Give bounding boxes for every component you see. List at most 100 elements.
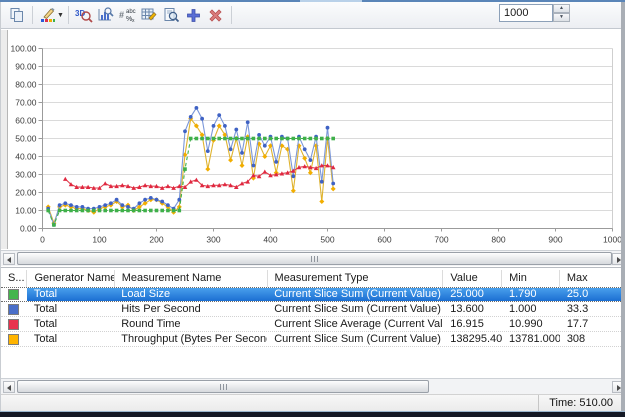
search-report-icon[interactable] bbox=[162, 5, 182, 25]
remove-icon[interactable] bbox=[206, 5, 226, 25]
x-tick-label: 200 bbox=[149, 235, 163, 245]
column-header[interactable]: Measurement Name bbox=[115, 270, 268, 287]
dropdown-arrow-icon[interactable]: ▼ bbox=[57, 12, 64, 19]
table-scroll-thumb[interactable] bbox=[17, 380, 429, 393]
circle-marker bbox=[200, 116, 205, 121]
table-row[interactable]: Total Hits Per Second Current Slice Sum (C… bbox=[1, 302, 625, 317]
triangle-marker bbox=[102, 181, 108, 186]
circle-marker bbox=[308, 158, 313, 163]
toolbar-separator bbox=[230, 6, 232, 24]
cell-measurement: Hits Per Second bbox=[121, 303, 201, 315]
svg-text:#: # bbox=[119, 10, 124, 20]
square-marker bbox=[320, 136, 324, 141]
scroll-left-icon[interactable] bbox=[3, 253, 15, 265]
table-row[interactable]: Total Round Time Current Slice Average (Cu… bbox=[1, 317, 625, 332]
circle-marker bbox=[319, 179, 324, 184]
chart-splitter[interactable] bbox=[1, 30, 8, 249]
circle-marker bbox=[262, 143, 267, 148]
edit-grid-icon[interactable] bbox=[140, 5, 160, 25]
chart-scroll-thumb[interactable] bbox=[17, 252, 612, 265]
zoom-3d-icon[interactable]: 3D bbox=[74, 5, 94, 25]
square-marker bbox=[274, 136, 278, 141]
square-marker bbox=[137, 208, 142, 213]
circle-marker bbox=[251, 163, 256, 168]
square-marker bbox=[52, 223, 56, 227]
spinner-up-icon[interactable]: ▲ bbox=[553, 4, 570, 13]
add-icon[interactable] bbox=[184, 5, 204, 25]
x-tick-label: 700 bbox=[434, 235, 448, 245]
circle-marker bbox=[57, 203, 62, 208]
square-marker bbox=[302, 136, 307, 141]
cell-max: 33.3 bbox=[566, 303, 589, 315]
series-color-swatch bbox=[8, 289, 20, 300]
window-bottom-edge bbox=[0, 411, 625, 417]
square-marker bbox=[46, 208, 50, 213]
square-marker bbox=[63, 208, 68, 213]
square-marker bbox=[251, 136, 256, 141]
svg-text:x: x bbox=[132, 18, 135, 23]
y-tick-label: 60.00 bbox=[15, 116, 37, 126]
square-marker bbox=[240, 136, 244, 141]
square-marker bbox=[194, 136, 199, 141]
square-marker bbox=[92, 208, 96, 213]
svg-text:3D: 3D bbox=[75, 9, 85, 18]
chart-hscrollbar[interactable] bbox=[1, 250, 624, 266]
measurement-table: S... Generator Name Measurement Name Measur… bbox=[0, 267, 625, 378]
y-tick-label: 90.00 bbox=[15, 62, 37, 72]
y-tick-label: 50.00 bbox=[15, 134, 37, 144]
column-header[interactable]: S... bbox=[1, 270, 28, 287]
circle-marker bbox=[183, 129, 187, 134]
table-row[interactable]: Total Throughput (Bytes Per Second) Curren… bbox=[1, 332, 625, 347]
square-marker bbox=[183, 167, 187, 171]
square-marker bbox=[268, 136, 273, 141]
cell-max: 308 bbox=[566, 333, 586, 345]
series-color-swatch bbox=[8, 318, 20, 330]
square-marker bbox=[285, 136, 290, 141]
y-tick-label: 70.00 bbox=[15, 98, 37, 108]
y-tick-label: 20.00 bbox=[15, 188, 37, 198]
number-format-icon[interactable]: # abc % x bbox=[118, 5, 138, 25]
column-header[interactable]: Min bbox=[502, 270, 560, 287]
cell-generator: Total bbox=[33, 333, 58, 345]
square-marker bbox=[149, 208, 153, 213]
chart-panel: 0.00 10.00 20.00 30.00 40.00 50.00 60.00 70.00 8… bbox=[0, 30, 625, 249]
square-marker bbox=[308, 136, 313, 141]
circle-marker bbox=[211, 124, 216, 128]
y-tick-label: 80.00 bbox=[15, 80, 37, 90]
range-input[interactable]: 1000 bbox=[499, 4, 553, 22]
table-row[interactable]: Total Load Size Current Slice Sum (Current… bbox=[1, 287, 625, 302]
circle-marker bbox=[217, 113, 222, 117]
square-marker bbox=[200, 136, 204, 141]
scroll-left-icon[interactable] bbox=[3, 381, 15, 393]
triangle-marker bbox=[165, 183, 171, 189]
column-header[interactable]: Value bbox=[443, 270, 503, 287]
circle-marker bbox=[154, 197, 159, 202]
square-marker bbox=[74, 208, 79, 213]
circle-marker bbox=[103, 203, 108, 208]
chart-zoom-icon[interactable] bbox=[96, 5, 116, 25]
circle-marker bbox=[80, 205, 85, 209]
circle-marker bbox=[120, 203, 125, 208]
column-header[interactable]: Generator Name bbox=[27, 270, 115, 287]
color-style-icon[interactable] bbox=[38, 5, 58, 25]
square-marker bbox=[291, 136, 296, 141]
spinner-down-icon[interactable]: ▼ bbox=[553, 13, 570, 22]
column-header[interactable]: Measurement Type bbox=[268, 270, 444, 287]
square-marker bbox=[143, 208, 147, 213]
cell-type: Current Slice Sum (Current Value) bbox=[267, 288, 444, 301]
table-body: Total Load Size Current Slice Sum (Current… bbox=[1, 287, 625, 347]
square-marker bbox=[171, 208, 176, 213]
cell-type: Current Slice Average (Current Value) bbox=[274, 318, 444, 330]
square-marker bbox=[211, 136, 216, 141]
copy-icon[interactable] bbox=[7, 5, 27, 25]
diamond-marker bbox=[239, 163, 245, 168]
table-hscrollbar[interactable] bbox=[1, 378, 624, 394]
square-marker bbox=[325, 136, 330, 141]
column-header[interactable]: Max bbox=[560, 270, 625, 287]
x-tick-label: 300 bbox=[206, 235, 220, 245]
circle-marker bbox=[302, 147, 307, 152]
diamond-marker bbox=[319, 199, 325, 204]
square-marker bbox=[109, 208, 113, 213]
x-tick-label: 0 bbox=[40, 235, 45, 245]
square-marker bbox=[177, 208, 182, 213]
